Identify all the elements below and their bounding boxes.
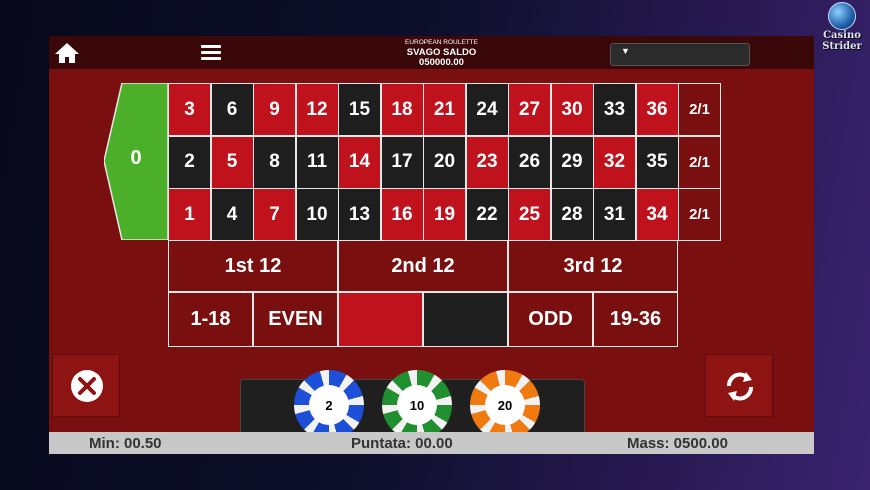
dozen-2nd[interactable]: 2nd 12 (338, 240, 508, 292)
number-cell[interactable]: 12 (295, 83, 339, 136)
bet-19-36[interactable]: 19-36 (593, 292, 678, 347)
number-cell[interactable]: 5 (210, 135, 254, 189)
number-cell[interactable]: 9 (253, 83, 296, 136)
clear-bets-button[interactable] (52, 354, 120, 417)
number-cell[interactable]: 28 (550, 188, 594, 241)
number-cell[interactable]: 11 (295, 135, 339, 189)
number-cell[interactable]: 35 (635, 135, 679, 189)
number-cell[interactable]: 8 (253, 135, 296, 189)
number-cell[interactable]: 23 (465, 135, 509, 189)
balance-info: EUROPEAN ROULETTE SVAGO SALDO 050000.00 (369, 38, 514, 68)
column-bet-cell[interactable]: 2/1 (678, 135, 721, 189)
number-cell[interactable]: 27 (508, 83, 551, 136)
number-cell[interactable]: 10 (295, 188, 339, 241)
number-cell[interactable]: 20 (423, 135, 466, 189)
chip-10[interactable]: 10 (382, 370, 452, 440)
close-icon (71, 370, 103, 402)
brand-logo: Casino Strider (816, 2, 868, 52)
number-cell[interactable]: 22 (465, 188, 509, 241)
chip-2[interactable]: 2 (294, 370, 364, 440)
number-cell[interactable]: 16 (380, 188, 424, 241)
number-cell[interactable]: 26 (508, 135, 551, 189)
number-cell[interactable]: 34 (635, 188, 679, 241)
number-cell[interactable]: 15 (338, 83, 381, 136)
number-cell[interactable]: 6 (210, 83, 254, 136)
options-dropdown[interactable]: ▼ (610, 43, 750, 66)
chip-2-label: 2 (309, 385, 349, 425)
bet-black[interactable] (423, 292, 508, 347)
top-bar: EUROPEAN ROULETTE SVAGO SALDO 050000.00 … (49, 36, 814, 69)
repeat-bet-button[interactable] (705, 354, 773, 417)
balance-value: 050000.00 (419, 57, 464, 68)
bet-even[interactable]: EVEN (253, 292, 338, 347)
dozen-1st[interactable]: 1st 12 (168, 240, 338, 292)
chip-10-label: 10 (397, 385, 437, 425)
max-bet: Mass: 0500.00 (627, 435, 728, 452)
number-cell[interactable]: 3 (168, 83, 211, 136)
number-cell[interactable]: 24 (465, 83, 509, 136)
brand-line1: Casino (823, 30, 861, 41)
number-cell[interactable]: 18 (380, 83, 424, 136)
number-cell[interactable]: 13 (338, 188, 381, 241)
number-cell[interactable]: 19 (423, 188, 466, 241)
number-cell[interactable]: 36 (635, 83, 679, 136)
number-cell[interactable]: 32 (593, 135, 636, 189)
bet-odd[interactable]: ODD (508, 292, 593, 347)
chevron-down-icon: ▼ (621, 46, 630, 56)
number-cell[interactable]: 14 (338, 135, 381, 189)
column-bet-cell[interactable]: 2/1 (678, 188, 721, 241)
number-cell[interactable]: 30 (550, 83, 594, 136)
min-bet: Min: 00.50 (89, 435, 162, 452)
number-cell[interactable]: 29 (550, 135, 594, 189)
number-cell[interactable]: 2 (168, 135, 211, 189)
number-cell[interactable]: 1 (168, 188, 211, 241)
number-cell[interactable]: 4 (210, 188, 254, 241)
number-cell[interactable]: 31 (593, 188, 636, 241)
current-bet: Puntata: 00.00 (351, 435, 453, 452)
menu-icon[interactable] (201, 45, 221, 61)
bet-red[interactable] (338, 292, 423, 347)
chip-20[interactable]: 20 (470, 370, 540, 440)
number-cell[interactable]: 25 (508, 188, 551, 241)
dozen-3rd[interactable]: 3rd 12 (508, 240, 678, 292)
home-icon[interactable] (54, 42, 80, 64)
number-cell[interactable]: 33 (593, 83, 636, 136)
roulette-game: EUROPEAN ROULETTE SVAGO SALDO 050000.00 … (49, 36, 814, 454)
bet-1-18[interactable]: 1-18 (168, 292, 253, 347)
refresh-icon (727, 372, 753, 401)
globe-icon (828, 2, 856, 30)
number-cell[interactable]: 17 (380, 135, 424, 189)
chip-20-label: 20 (485, 385, 525, 425)
number-cell[interactable]: 21 (423, 83, 466, 136)
zero-label: 0 (130, 147, 142, 169)
brand-line2: Strider (822, 41, 862, 52)
status-bar: Min: 00.50 Puntata: 00.00 Mass: 0500.00 (49, 432, 814, 454)
zero-cell[interactable]: 0 (104, 83, 168, 240)
number-cell[interactable]: 7 (253, 188, 296, 241)
column-bet-cell[interactable]: 2/1 (678, 83, 721, 136)
